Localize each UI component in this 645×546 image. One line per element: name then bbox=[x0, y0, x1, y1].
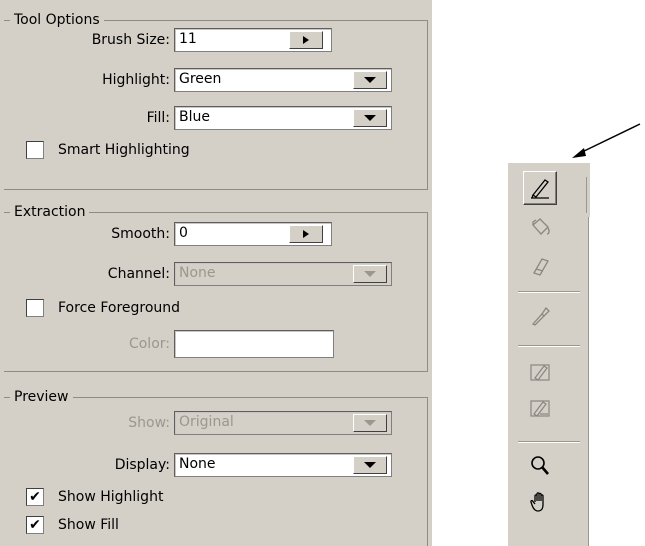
show-fill-checkbox[interactable]: ✔ bbox=[26, 516, 44, 534]
chevron-down-icon bbox=[364, 420, 376, 426]
fill-tool[interactable] bbox=[523, 211, 557, 245]
edge-touchup-tool[interactable] bbox=[523, 391, 557, 425]
preview-title: Preview bbox=[10, 388, 73, 406]
force-foreground-checkbox[interactable] bbox=[26, 299, 44, 317]
channel-dropdown-button[interactable] bbox=[353, 265, 387, 283]
fill-value: Blue bbox=[179, 109, 210, 125]
smart-highlighting-option[interactable]: Smart Highlighting bbox=[26, 139, 190, 161]
chevron-down-icon bbox=[364, 271, 376, 277]
show-value: Original bbox=[179, 414, 234, 430]
display-label: Display: bbox=[114, 457, 170, 473]
tool-options-title: Tool Options bbox=[10, 11, 104, 29]
brush-size-field[interactable]: 11 bbox=[174, 28, 332, 52]
eyedropper-tool[interactable] bbox=[523, 299, 557, 333]
fill-dropdown-button[interactable] bbox=[353, 109, 387, 127]
eraser-tool[interactable] bbox=[523, 249, 557, 283]
smooth-label: Smooth: bbox=[111, 226, 170, 242]
chevron-down-icon bbox=[364, 77, 376, 83]
cleanup-icon bbox=[530, 364, 550, 381]
chevron-down-icon bbox=[364, 115, 376, 121]
smart-highlighting-checkbox[interactable] bbox=[26, 141, 44, 159]
show-select[interactable]: Original bbox=[174, 411, 392, 435]
show-label: Show: bbox=[128, 415, 170, 431]
toolbar-separator bbox=[518, 345, 580, 347]
eyedropper-icon bbox=[531, 306, 550, 326]
extraction-title: Extraction bbox=[10, 203, 90, 221]
edge-touchup-icon bbox=[530, 400, 550, 417]
edge-highlighter-icon bbox=[531, 179, 549, 199]
zoom-tool[interactable] bbox=[523, 449, 557, 483]
brush-size-slider-button[interactable] bbox=[289, 31, 323, 49]
show-fill-label: Show Fill bbox=[58, 517, 119, 533]
cleanup-tool[interactable] bbox=[523, 355, 557, 389]
smooth-slider-button[interactable] bbox=[289, 225, 323, 243]
toolbar-separator bbox=[518, 291, 580, 293]
fill-bucket-icon bbox=[532, 218, 550, 235]
highlight-dropdown-button[interactable] bbox=[353, 71, 387, 89]
toolbar-divider bbox=[588, 217, 590, 546]
display-select[interactable]: None bbox=[174, 453, 392, 477]
highlight-value: Green bbox=[179, 71, 222, 87]
brush-size-label: Brush Size: bbox=[91, 32, 170, 48]
channel-select[interactable]: None bbox=[174, 262, 392, 286]
edge-highlighter-tool[interactable] bbox=[523, 171, 557, 205]
toolbar-edge bbox=[586, 177, 590, 213]
extract-options-panel: Tool Options Brush Size: 11 Highlight: G… bbox=[0, 0, 432, 546]
toolbar-separator bbox=[518, 441, 580, 443]
show-highlight-checkbox[interactable]: ✔ bbox=[26, 488, 44, 506]
smooth-value: 0 bbox=[179, 225, 188, 241]
fill-label: Fill: bbox=[146, 110, 170, 126]
arrow-right-icon bbox=[303, 36, 309, 44]
eraser-icon bbox=[533, 258, 549, 276]
hand-icon bbox=[530, 492, 544, 512]
show-fill-option[interactable]: ✔ Show Fill bbox=[26, 514, 119, 536]
extract-toolbar bbox=[508, 163, 590, 546]
channel-value: None bbox=[179, 265, 216, 281]
highlight-label: Highlight: bbox=[102, 72, 170, 88]
chevron-down-icon bbox=[364, 462, 376, 468]
display-value: None bbox=[179, 456, 216, 472]
show-highlight-label: Show Highlight bbox=[58, 489, 164, 505]
smooth-field[interactable]: 0 bbox=[174, 222, 332, 246]
show-highlight-option[interactable]: ✔ Show Highlight bbox=[26, 486, 163, 508]
tool-options-group: Tool Options Brush Size: 11 Highlight: G… bbox=[4, 11, 428, 190]
brush-size-value: 11 bbox=[179, 31, 197, 47]
extraction-group: Extraction Smooth: 0 Channel: None Force… bbox=[4, 203, 428, 372]
force-foreground-label: Force Foreground bbox=[58, 300, 181, 316]
preview-group: Preview Show: Original Display: None ✔ S… bbox=[4, 388, 428, 546]
fill-select[interactable]: Blue bbox=[174, 106, 392, 130]
channel-label: Channel: bbox=[107, 266, 170, 282]
zoom-icon bbox=[531, 456, 549, 475]
force-foreground-option[interactable]: Force Foreground bbox=[26, 297, 180, 319]
arrow-right-icon bbox=[303, 230, 309, 238]
display-dropdown-button[interactable] bbox=[353, 456, 387, 474]
hand-tool[interactable] bbox=[523, 485, 557, 519]
smart-highlighting-label: Smart Highlighting bbox=[58, 142, 190, 158]
highlight-select[interactable]: Green bbox=[174, 68, 392, 92]
color-label: Color: bbox=[128, 336, 170, 352]
show-dropdown-button[interactable] bbox=[353, 414, 387, 432]
color-swatch[interactable] bbox=[174, 330, 334, 358]
